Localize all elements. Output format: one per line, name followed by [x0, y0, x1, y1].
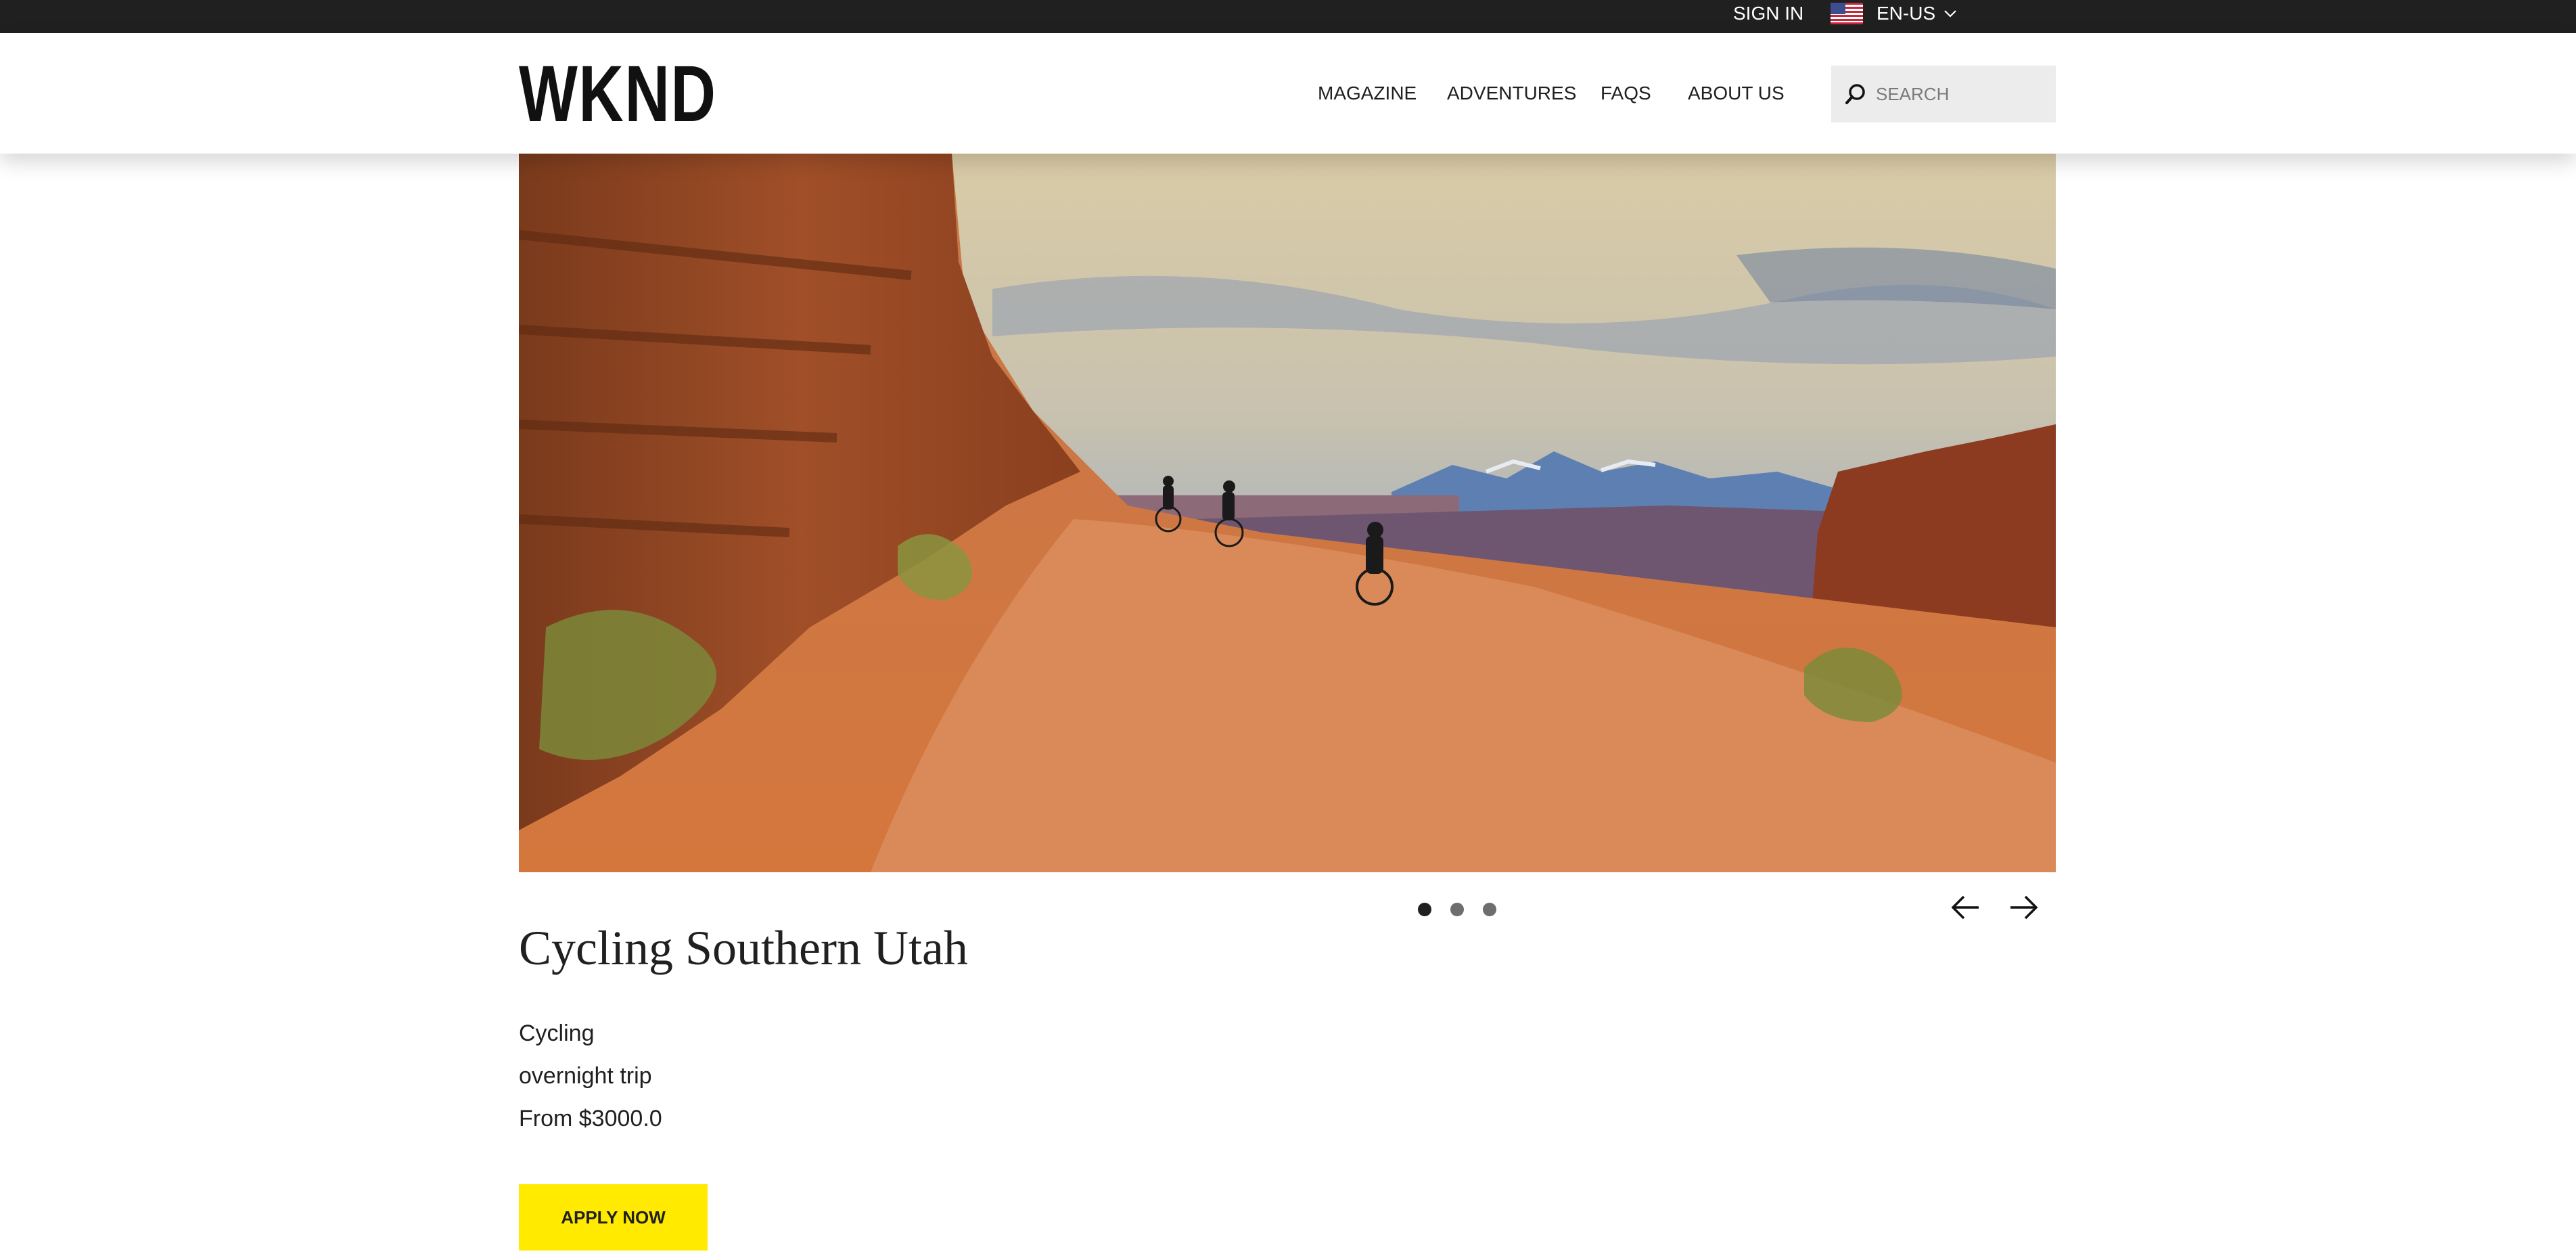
desert-cycling-illustration	[519, 154, 2056, 872]
nav-faqs[interactable]: FAQS	[1601, 33, 1651, 154]
adventure-activity: Cycling	[519, 1020, 595, 1046]
nav-adventures[interactable]: ADVENTURES	[1447, 33, 1576, 154]
site-header: WKND MAGAZINE ADVENTURES FAQS ABOUT US	[0, 33, 2576, 154]
adventure-price: From $3000.0	[519, 1106, 662, 1131]
nav-magazine[interactable]: MAGAZINE	[1318, 33, 1417, 154]
apply-now-button[interactable]: APPLY NOW	[519, 1184, 708, 1251]
adventure-title: Cycling Southern Utah	[519, 921, 968, 975]
nav-about-us[interactable]: ABOUT US	[1688, 33, 1785, 154]
search-box[interactable]	[1831, 66, 2056, 122]
adventure-trip-length: overnight trip	[519, 1063, 652, 1089]
language-label: EN-US	[1877, 3, 1936, 24]
hero-image	[519, 154, 2056, 872]
carousel-dot-1[interactable]	[1418, 903, 1431, 916]
language-selector[interactable]: EN-US	[1831, 0, 1958, 27]
search-input[interactable]	[1876, 83, 2052, 105]
arrow-left-icon[interactable]	[1949, 891, 1983, 924]
carousel-dot-2[interactable]	[1450, 903, 1464, 916]
arrow-right-icon[interactable]	[2006, 891, 2040, 924]
search-icon	[1845, 84, 1865, 104]
sign-in-link[interactable]: SIGN IN	[1733, 0, 1803, 33]
chevron-down-icon	[1944, 10, 1956, 18]
carousel-indicators	[1418, 903, 1496, 916]
us-flag-icon	[1831, 3, 1863, 24]
top-bar: SIGN IN EN-US	[0, 0, 2576, 33]
wknd-logo[interactable]: WKND	[519, 54, 717, 134]
carousel-dot-3[interactable]	[1483, 903, 1496, 916]
